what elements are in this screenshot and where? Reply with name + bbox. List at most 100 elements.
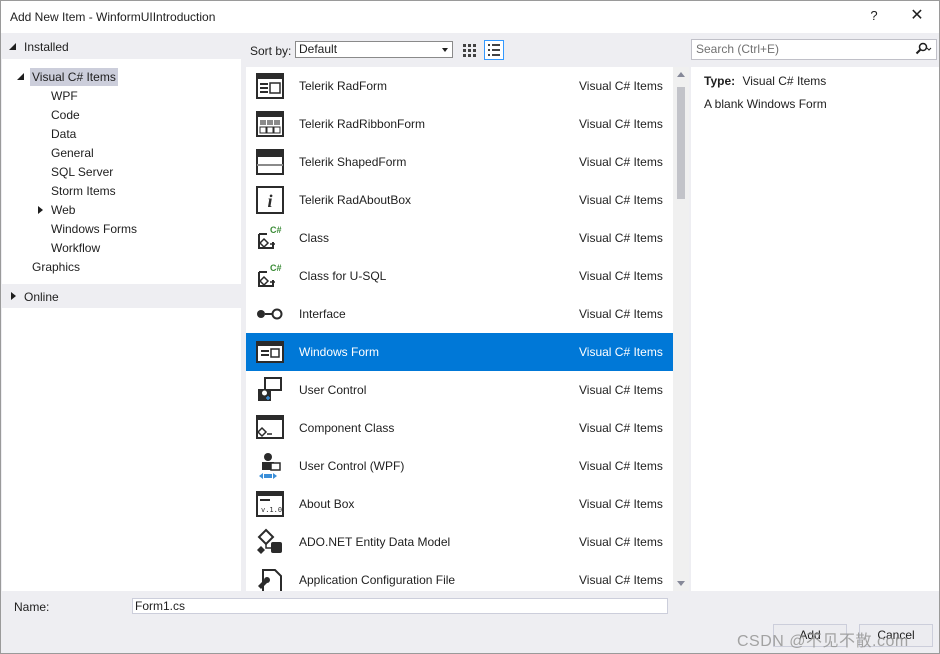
tree-item-sql-server[interactable]: SQL Server: [51, 163, 113, 181]
shapedform-icon: [256, 149, 284, 175]
template-row[interactable]: i Telerik RadAboutBox Visual C# Items: [246, 181, 673, 219]
template-category: Visual C# Items: [579, 269, 663, 283]
scroll-up-arrow-icon[interactable]: [677, 72, 685, 77]
expand-arrow-icon[interactable]: [11, 292, 16, 300]
template-category: Visual C# Items: [579, 231, 663, 245]
category-tree: Installed Visual C# Items WPF Code Data …: [2, 35, 241, 591]
details-view-button[interactable]: [484, 40, 504, 60]
config-file-icon: [258, 569, 282, 591]
template-name: User Control (WPF): [299, 459, 405, 473]
windows-form-icon: [256, 341, 284, 363]
expand-arrow-icon[interactable]: [38, 206, 43, 214]
template-row[interactable]: Telerik RadForm Visual C# Items: [246, 67, 673, 105]
template-category: Visual C# Items: [579, 573, 663, 587]
tree-item-general[interactable]: General: [51, 144, 94, 162]
class-icon: C#: [258, 225, 282, 249]
template-row-selected[interactable]: Windows Form Visual C# Items: [246, 333, 673, 371]
tree-item-web[interactable]: Web: [51, 201, 75, 219]
template-row[interactable]: C# Class for U-SQL Visual C# Items: [246, 257, 673, 295]
medium-icons-view-button[interactable]: [459, 40, 479, 60]
template-name: Telerik RadAboutBox: [299, 193, 412, 207]
template-row[interactable]: User Control Visual C# Items: [246, 371, 673, 409]
details-pane: Type: Visual C# Items A blank Windows Fo…: [691, 67, 939, 591]
template-name: Telerik ShapedForm: [299, 155, 407, 169]
template-name: Interface: [299, 307, 346, 321]
tree-item-visual-csharp[interactable]: Visual C# Items: [30, 68, 118, 86]
template-name: About Box: [299, 497, 355, 511]
template-category: Visual C# Items: [579, 155, 663, 169]
svg-text:C#: C#: [270, 263, 282, 273]
interface-icon: [257, 308, 283, 320]
add-new-item-dialog: Add New Item - WinformUIIntroduction ? ✕…: [0, 0, 940, 654]
installed-section[interactable]: Installed: [2, 35, 241, 59]
sort-label: Sort by:: [250, 44, 292, 58]
class-icon: C#: [258, 263, 282, 287]
template-name: Telerik RadRibbonForm: [299, 117, 426, 131]
template-category: Visual C# Items: [579, 383, 663, 397]
window-title: Add New Item - WinformUIIntroduction: [10, 10, 216, 24]
name-label: Name:: [14, 600, 50, 614]
template-name: Class for U-SQL: [299, 269, 387, 283]
wpf-user-control-icon: [259, 453, 281, 479]
title-bar: Add New Item - WinformUIIntroduction ? ✕: [1, 1, 939, 33]
template-category: Visual C# Items: [579, 79, 663, 93]
template-name: User Control: [299, 383, 367, 397]
svg-text:v.1.0: v.1.0: [261, 506, 282, 514]
info-icon: i: [256, 186, 284, 214]
template-row[interactable]: User Control (WPF) Visual C# Items: [246, 447, 673, 485]
online-section[interactable]: Online: [2, 284, 241, 308]
type-value: Visual C# Items: [742, 74, 827, 88]
tree-item-windows-forms[interactable]: Windows Forms: [51, 220, 137, 238]
template-row[interactable]: C# Class Visual C# Items: [246, 219, 673, 257]
scrollbar-thumb[interactable]: [677, 87, 685, 199]
template-category: Visual C# Items: [579, 535, 663, 549]
online-label[interactable]: Online: [24, 288, 59, 306]
user-control-icon: [258, 377, 282, 401]
template-row[interactable]: Component Class Visual C# Items: [246, 409, 673, 447]
tree-item-workflow[interactable]: Workflow: [51, 239, 100, 257]
template-row[interactable]: Telerik RadRibbonForm Visual C# Items: [246, 105, 673, 143]
radform-icon: [256, 73, 284, 99]
tree-item-code[interactable]: Code: [51, 106, 80, 124]
template-category: Visual C# Items: [579, 307, 663, 321]
collapse-arrow-icon[interactable]: [17, 73, 24, 80]
template-category: Visual C# Items: [579, 117, 663, 131]
tree-item-data[interactable]: Data: [51, 125, 76, 143]
name-input[interactable]: Form1.cs: [132, 598, 668, 614]
collapse-arrow-icon[interactable]: [9, 43, 16, 50]
template-row[interactable]: Interface Visual C# Items: [246, 295, 673, 333]
template-list-scrollbar[interactable]: [673, 67, 689, 591]
close-button[interactable]: ✕: [903, 5, 931, 27]
template-category: Visual C# Items: [579, 421, 663, 435]
template-row[interactable]: v.1.0 About Box Visual C# Items: [246, 485, 673, 523]
scroll-down-arrow-icon[interactable]: [677, 581, 685, 586]
watermark: CSDN @不见不散.com: [737, 633, 909, 650]
type-line: Type: Visual C# Items: [704, 74, 826, 88]
ribbonform-icon: [256, 111, 284, 137]
list-view-icon: [488, 44, 500, 56]
tree-item-graphics[interactable]: Graphics: [32, 258, 80, 276]
tree-item-storm-items[interactable]: Storm Items: [51, 182, 116, 200]
template-name: Class: [299, 231, 330, 245]
sort-dropdown[interactable]: Default: [295, 41, 453, 58]
help-button[interactable]: ?: [863, 5, 885, 27]
grid-view-icon: [463, 44, 476, 57]
template-category: Visual C# Items: [579, 459, 663, 473]
template-name: Component Class: [299, 421, 395, 435]
template-row[interactable]: Telerik ShapedForm Visual C# Items: [246, 143, 673, 181]
about-box-icon: v.1.0: [256, 491, 284, 517]
installed-label[interactable]: Installed: [24, 38, 69, 56]
tree-item-wpf[interactable]: WPF: [51, 87, 78, 105]
template-name: Telerik RadForm: [299, 79, 388, 93]
template-row[interactable]: Application Configuration File Visual C#…: [246, 561, 673, 591]
search-input[interactable]: Search (Ctrl+E): [691, 39, 937, 60]
template-name: Application Configuration File: [299, 573, 456, 587]
template-category: Visual C# Items: [579, 345, 663, 359]
template-row[interactable]: ADO.NET Entity Data Model Visual C# Item…: [246, 523, 673, 561]
entity-model-icon: [257, 528, 282, 554]
svg-text:i: i: [267, 191, 272, 211]
sort-value: Default: [299, 42, 338, 56]
sort-toolbar: Sort by: Default: [243, 35, 683, 65]
template-name: Windows Form: [299, 345, 380, 359]
search-icon[interactable]: [914, 42, 932, 61]
